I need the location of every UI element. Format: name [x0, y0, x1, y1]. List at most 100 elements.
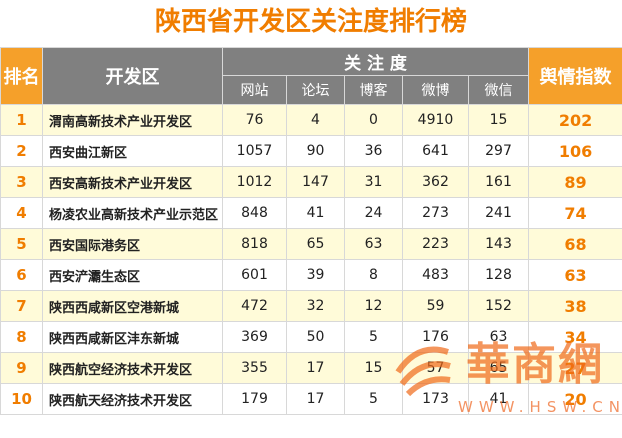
cell-rank: 10 — [0, 383, 43, 415]
cell-weibo: 173 — [402, 383, 469, 415]
header-col-weibo: 微博 — [402, 75, 469, 105]
cell-forum: 90 — [286, 135, 345, 167]
cell-weibo: 273 — [402, 197, 469, 229]
table-row: 9 陕西航空经济技术开发区 355 17 15 57 65 27 — [0, 352, 622, 384]
cell-forum: 147 — [286, 166, 345, 198]
header-index: 舆情指数 — [528, 47, 622, 105]
table-row: 3 西安高新技术产业开发区 1012 147 31 362 161 89 — [0, 166, 622, 198]
header-col-website: 网站 — [222, 75, 287, 105]
cell-website: 1057 — [222, 135, 287, 167]
cell-website: 355 — [222, 352, 287, 384]
cell-index: 106 — [528, 135, 622, 167]
table-row: 8 陕西西咸新区沣东新城 369 50 5 176 63 34 — [0, 321, 622, 353]
header-rank: 排名 — [0, 47, 43, 105]
cell-forum: 17 — [286, 383, 345, 415]
header-col-wechat: 微信 — [467, 75, 530, 105]
table-row: 6 西安浐灞生态区 601 39 8 483 128 63 — [0, 259, 622, 291]
cell-website: 369 — [222, 321, 287, 353]
cell-index: 89 — [528, 166, 622, 198]
cell-weibo: 176 — [402, 321, 469, 353]
ranking-table: 排名 开发区 关 注 度 舆情指数 网站 论坛 博客 微博 微信 1 渭南高新技术… — [0, 47, 622, 415]
cell-index: 202 — [528, 104, 622, 136]
cell-zone: 西安曲江新区 — [42, 135, 223, 167]
cell-wechat: 63 — [467, 321, 530, 353]
cell-index: 38 — [528, 290, 622, 322]
cell-zone: 陕西航空经济技术开发区 — [42, 352, 223, 384]
cell-index: 74 — [528, 197, 622, 229]
cell-rank: 4 — [0, 197, 43, 229]
cell-website: 472 — [222, 290, 287, 322]
cell-rank: 7 — [0, 290, 43, 322]
cell-wechat: 297 — [467, 135, 530, 167]
cell-weibo: 641 — [402, 135, 469, 167]
header-attention: 关 注 度 — [221, 47, 530, 76]
header-col-forum: 论坛 — [286, 75, 345, 105]
cell-rank: 2 — [0, 135, 43, 167]
cell-blog: 0 — [344, 104, 403, 136]
cell-forum: 39 — [286, 259, 345, 291]
cell-forum: 65 — [286, 228, 345, 260]
cell-forum: 4 — [286, 104, 345, 136]
table-row: 2 西安曲江新区 1057 90 36 641 297 106 — [0, 135, 622, 167]
cell-weibo: 59 — [402, 290, 469, 322]
cell-index: 20 — [528, 383, 622, 415]
cell-weibo: 223 — [402, 228, 469, 260]
cell-website: 1012 — [222, 166, 287, 198]
table-row: 10 陕西航天经济技术开发区 179 17 5 173 41 20 — [0, 383, 622, 415]
cell-rank: 8 — [0, 321, 43, 353]
cell-weibo: 362 — [402, 166, 469, 198]
cell-blog: 31 — [344, 166, 403, 198]
cell-zone: 杨凌农业高新技术产业示范区 — [42, 197, 223, 229]
cell-rank: 9 — [0, 352, 43, 384]
cell-zone: 陕西西咸新区沣东新城 — [42, 321, 223, 353]
header-col-blog: 博客 — [344, 75, 403, 105]
cell-index: 34 — [528, 321, 622, 353]
cell-blog: 5 — [344, 383, 403, 415]
cell-weibo: 4910 — [402, 104, 469, 136]
cell-wechat: 161 — [467, 166, 530, 198]
cell-website: 818 — [222, 228, 287, 260]
cell-wechat: 241 — [467, 197, 530, 229]
page-title: 陕西省开发区关注度排行榜 — [154, 7, 467, 37]
cell-wechat: 65 — [467, 352, 530, 384]
cell-website: 848 — [222, 197, 287, 229]
cell-wechat: 15 — [467, 104, 530, 136]
cell-zone: 陕西西咸新区空港新城 — [42, 290, 223, 322]
cell-index: 63 — [528, 259, 622, 291]
cell-website: 76 — [222, 104, 287, 136]
cell-blog: 12 — [344, 290, 403, 322]
cell-website: 179 — [222, 383, 287, 415]
table-row: 7 陕西西咸新区空港新城 472 32 12 59 152 38 — [0, 290, 622, 322]
cell-forum: 50 — [286, 321, 345, 353]
cell-rank: 6 — [0, 259, 43, 291]
cell-zone: 陕西航天经济技术开发区 — [42, 383, 223, 415]
cell-blog: 63 — [344, 228, 403, 260]
cell-rank: 1 — [0, 104, 43, 136]
cell-website: 601 — [222, 259, 287, 291]
cell-rank: 5 — [0, 228, 43, 260]
cell-blog: 24 — [344, 197, 403, 229]
cell-zone: 西安浐灞生态区 — [42, 259, 223, 291]
table-row: 1 渭南高新技术产业开发区 76 4 0 4910 15 202 — [0, 104, 622, 136]
cell-wechat: 128 — [467, 259, 530, 291]
table-row: 5 西安国际港务区 818 65 63 223 143 68 — [0, 228, 622, 260]
cell-weibo: 483 — [402, 259, 469, 291]
cell-blog: 36 — [344, 135, 403, 167]
cell-blog: 8 — [344, 259, 403, 291]
cell-zone: 西安国际港务区 — [42, 228, 223, 260]
cell-blog: 5 — [344, 321, 403, 353]
cell-index: 27 — [528, 352, 622, 384]
cell-forum: 41 — [286, 197, 345, 229]
cell-index: 68 — [528, 228, 622, 260]
table-row: 4 杨凌农业高新技术产业示范区 848 41 24 273 241 74 — [0, 197, 622, 229]
cell-forum: 32 — [286, 290, 345, 322]
table-body: 1 渭南高新技术产业开发区 76 4 0 4910 15 202 2 西安曲江新区 1057 90 36… — [0, 104, 622, 415]
cell-rank: 3 — [0, 166, 43, 198]
cell-zone: 渭南高新技术产业开发区 — [42, 104, 223, 136]
cell-zone: 西安高新技术产业开发区 — [42, 166, 223, 198]
cell-wechat: 41 — [467, 383, 530, 415]
cell-weibo: 57 — [402, 352, 469, 384]
cell-forum: 17 — [286, 352, 345, 384]
cell-wechat: 152 — [467, 290, 530, 322]
cell-blog: 15 — [344, 352, 403, 384]
